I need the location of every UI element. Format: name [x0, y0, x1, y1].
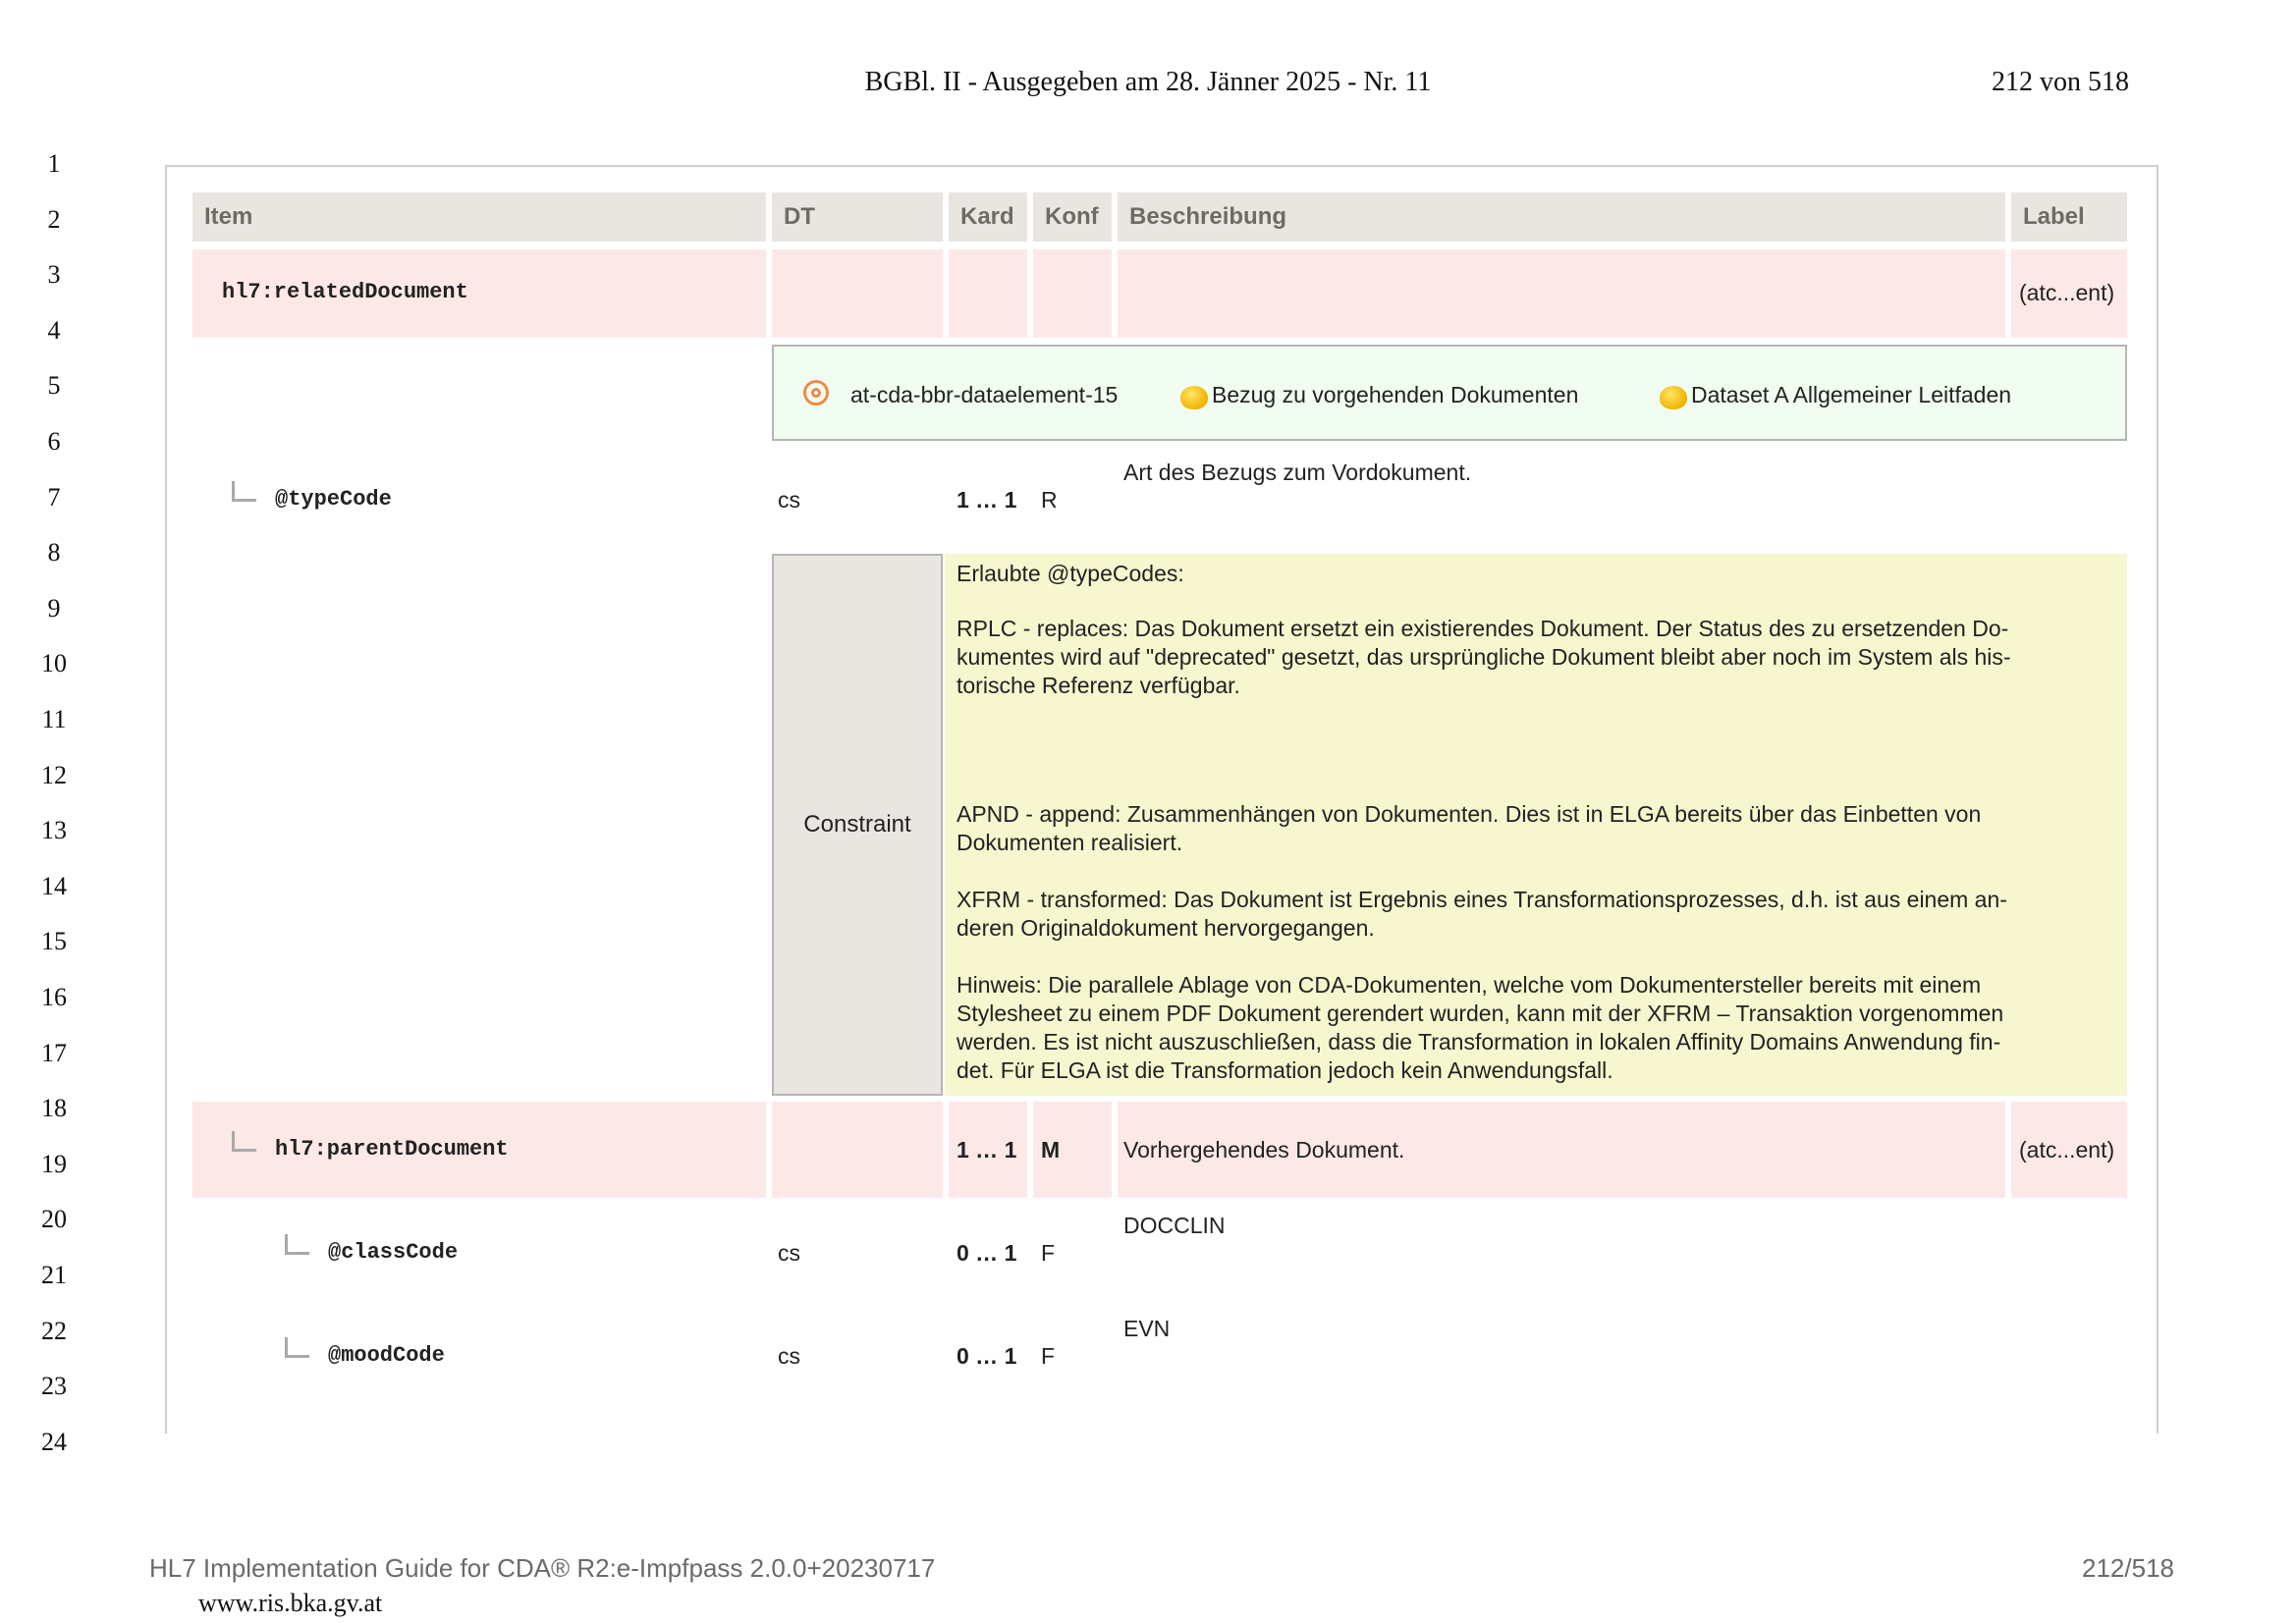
kard-parent-document: 1 … 1: [957, 1137, 1017, 1163]
line-number: 3: [47, 260, 61, 290]
item-parent-document: hl7:parentDocument: [275, 1137, 509, 1162]
line-number: 2: [47, 204, 61, 234]
column-header-item: Item: [192, 192, 766, 242]
line-number: 9: [47, 593, 61, 622]
dt-class-code: cs: [778, 1240, 800, 1266]
line-number: 21: [41, 1261, 67, 1289]
kard-type-code: 1 … 1: [957, 487, 1017, 513]
constraint-xfrm: XFRM - transformed: Das Dokument ist Erg…: [957, 887, 2007, 941]
line-number: 17: [41, 1038, 67, 1067]
beschreibung-parent-document: Vorhergehendes Dokument.: [1123, 1137, 1405, 1163]
line-number: 11: [41, 705, 67, 733]
constraint-intro: Erlaubte @typeCodes:: [957, 561, 1184, 586]
gazette-title: BGBl. II - Ausgegeben am 28. Jänner 2025…: [864, 67, 1432, 97]
line-number: 1: [47, 149, 61, 178]
line-number: 22: [41, 1316, 67, 1345]
line-number: 6: [47, 427, 61, 456]
column-header-konf: Konf: [1033, 192, 1112, 242]
tree-branch-icon: [232, 481, 256, 502]
column-header-label: Label: [2011, 192, 2127, 242]
line-number: 8: [47, 538, 61, 568]
constraint-label: Constraint: [772, 554, 943, 1096]
beschreibung-type-code: Art des Bezugs zum Vordokument.: [1123, 460, 1472, 485]
column-header-beschreibung: Beschreibung: [1118, 192, 2005, 242]
kard-class-code: 0 … 1: [957, 1240, 1017, 1266]
constraint-hinweis: Hinweis: Die parallele Ablage von CDA-Do…: [957, 972, 2004, 1083]
line-number: 19: [41, 1149, 67, 1178]
konf-class-code: F: [1041, 1240, 1056, 1266]
reference-dataset[interactable]: Dataset A Allgemeiner Leitfaden: [1691, 382, 2011, 408]
beschreibung-mood-code: EVN: [1123, 1316, 1171, 1341]
dt-type-code: cs: [778, 487, 800, 513]
line-number: 4: [47, 315, 61, 345]
dt-mood-code: cs: [778, 1343, 800, 1369]
line-number: 13: [41, 816, 67, 845]
target-icon: [803, 380, 829, 406]
column-header-kard: Kard: [949, 192, 1027, 242]
line-number: 12: [41, 760, 67, 789]
column-header-dt: DT: [772, 192, 943, 242]
reference-dataelement[interactable]: at-cda-bbr-dataelement-15: [850, 382, 1118, 408]
line-number: 15: [41, 927, 67, 956]
reference-concept[interactable]: Bezug zu vorgehenden Dokumenten: [1212, 382, 1578, 408]
line-number: 14: [41, 871, 67, 900]
line-number: 16: [41, 983, 67, 1011]
konf-parent-document: M: [1041, 1137, 1061, 1163]
tree-branch-icon: [285, 1337, 309, 1358]
tree-branch-icon: [232, 1131, 256, 1152]
item-related-document: hl7:relatedDocument: [222, 280, 468, 304]
konf-type-code: R: [1041, 487, 1058, 513]
line-number: 23: [41, 1372, 67, 1401]
footer-guide-title: HL7 Implementation Guide for CDA® R2:e-I…: [149, 1553, 936, 1583]
constraint-rplc: RPLC - replaces: Das Dokument ersetzt ei…: [957, 616, 2011, 698]
line-number: 18: [41, 1094, 67, 1123]
item-class-code: @classCode: [328, 1240, 459, 1265]
footer-url[interactable]: www.ris.bka.gv.at: [198, 1589, 382, 1618]
concept-dot-icon: [1180, 386, 1208, 409]
item-type-code: @typeCode: [275, 487, 392, 512]
label-parent-document: (atc...ent): [2019, 1137, 2115, 1163]
line-number: 24: [41, 1427, 67, 1456]
constraint-apnd: APND - append: Zusammenhängen von Dokume…: [957, 801, 1982, 855]
beschreibung-class-code: DOCCLIN: [1123, 1213, 1226, 1238]
tree-branch-icon: [285, 1234, 309, 1255]
page-number: 212 von 518: [1992, 67, 2129, 97]
line-number: 10: [41, 649, 67, 678]
dataset-dot-icon: [1660, 386, 1687, 409]
kard-mood-code: 0 … 1: [957, 1343, 1017, 1369]
line-number: 5: [47, 371, 61, 401]
footer-page-number: 212/518: [2082, 1553, 2174, 1583]
item-mood-code: @moodCode: [328, 1343, 445, 1368]
konf-mood-code: F: [1041, 1343, 1056, 1369]
label-related-document: (atc...ent): [2019, 280, 2115, 305]
line-number: 20: [41, 1205, 67, 1234]
line-number: 7: [47, 482, 61, 512]
constraint-text: Erlaubte @typeCodes: RPLC - replaces: Da…: [945, 554, 2127, 1096]
references-box: at-cda-bbr-dataelement-15 Bezug zu vorge…: [772, 345, 2127, 441]
